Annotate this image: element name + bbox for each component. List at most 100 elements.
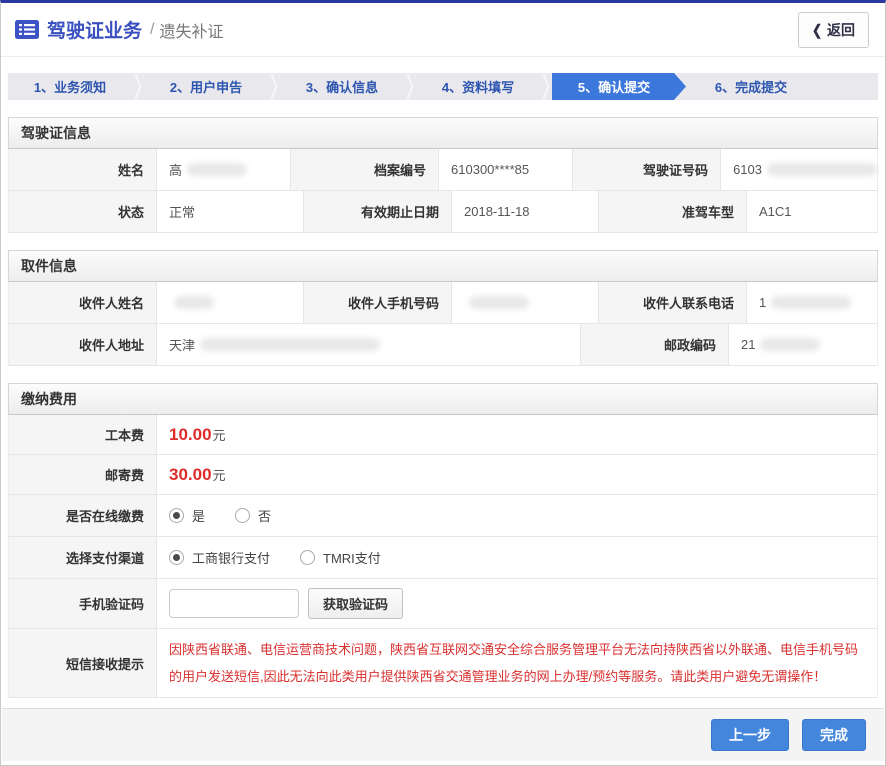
payment-channel-options: 工商银行支付 TMRI支付 (157, 537, 877, 578)
table-row: 状态 正常 有效期止日期 2018-11-18 准驾车型 A1C1 (9, 191, 877, 233)
recipient-phone-label: 收件人联系电话 (599, 282, 747, 323)
cost-fee-unit: 元 (213, 425, 226, 444)
section-title: 驾驶证信息 (8, 117, 878, 149)
vehicle-class-value: A1C1 (747, 191, 877, 232)
radio-unselected-icon[interactable] (300, 550, 315, 565)
expiry-date-value: 2018-11-18 (452, 191, 599, 232)
postal-code-label: 邮政编码 (581, 324, 729, 365)
recipient-name-label: 收件人姓名 (9, 282, 157, 323)
cost-fee-amount: 10.00 (169, 425, 212, 445)
table-row: 是否在线缴费 是 否 (9, 495, 877, 537)
step-chevron-separator (132, 73, 144, 100)
recipient-mobile-value (452, 282, 599, 323)
back-button[interactable]: ❮ 返回 (798, 12, 869, 48)
redacted-value (187, 163, 247, 176)
table-row: 手机验证码 获取验证码 (9, 579, 877, 629)
redacted-value (771, 296, 851, 309)
name-label: 姓名 (9, 149, 157, 190)
file-number-label: 档案编号 (291, 149, 439, 190)
status-value: 正常 (157, 191, 304, 232)
license-number-value: 6103 (721, 149, 877, 190)
vehicle-class-label: 准驾车型 (599, 191, 747, 232)
table-row: 邮寄费 30.00 元 (9, 455, 877, 495)
radio-option-icbc-pay[interactable]: 工商银行支付 (169, 548, 270, 567)
postage-fee-unit: 元 (213, 465, 226, 484)
step-1-business-notice: 1、业务须知 (8, 73, 132, 100)
breadcrumb-current: 遗失补证 (159, 18, 223, 42)
sms-notice-label: 短信接收提示 (9, 629, 157, 697)
page-title: 驾驶证业务 (47, 16, 142, 43)
section-title: 缴纳费用 (8, 383, 878, 415)
radio-option-yes[interactable]: 是 (169, 506, 205, 525)
radio-option-label: 是 (192, 506, 205, 525)
table-row: 收件人地址 天津 邮政编码 21 (9, 324, 877, 366)
radio-option-label: 工商银行支付 (192, 548, 270, 567)
license-info-section: 驾驶证信息 姓名 高 档案编号 610300****85 驾驶证号码 6103 … (8, 117, 878, 233)
online-pay-options: 是 否 (157, 495, 877, 536)
recipient-name-value (157, 282, 304, 323)
redacted-value (760, 338, 820, 351)
finish-button[interactable]: 完成 (802, 719, 866, 751)
pickup-info-section: 取件信息 收件人姓名 收件人手机号码 收件人联系电话 1 收件人地址 天津 (8, 250, 878, 366)
recipient-phone-value: 1 (747, 282, 877, 323)
sms-code-field: 获取验证码 (157, 579, 877, 628)
radio-option-tmri-pay[interactable]: TMRI支付 (300, 548, 381, 567)
stepbar-filler (813, 73, 878, 100)
step-5-confirm-submit-active: 5、确认提交 (552, 73, 686, 100)
redacted-value (174, 296, 214, 309)
expiry-date-label: 有效期止日期 (304, 191, 452, 232)
table-row: 短信接收提示 因陕西省联通、电信运营商技术问题，陕西省互联网交通安全综合服务管理… (9, 629, 877, 698)
sms-notice-cell: 因陕西省联通、电信运营商技术问题，陕西省互联网交通安全综合服务管理平台无法向持陕… (157, 629, 877, 697)
redacted-value (767, 163, 877, 176)
license-info-table: 姓名 高 档案编号 610300****85 驾驶证号码 6103 状态 正常 … (8, 149, 878, 233)
step-chevron-separator (404, 73, 416, 100)
footer-actions: 上一步 完成 (2, 708, 884, 761)
header: 驾驶证业务 / 遗失补证 ❮ 返回 (1, 3, 885, 57)
cost-fee-label: 工本费 (9, 415, 157, 454)
radio-selected-icon[interactable] (169, 550, 184, 565)
postage-fee-value: 30.00 元 (157, 455, 877, 494)
back-button-label: 返回 (827, 20, 855, 40)
recipient-address-value: 天津 (157, 324, 581, 365)
step-2-user-declaration: 2、用户申告 (144, 73, 268, 100)
step-6-complete-submit: 6、完成提交 (689, 73, 813, 100)
postage-fee-label: 邮寄费 (9, 455, 157, 494)
recipient-mobile-label: 收件人手机号码 (304, 282, 452, 323)
get-sms-code-button[interactable]: 获取验证码 (308, 588, 403, 619)
radio-option-no[interactable]: 否 (235, 506, 271, 525)
step-chevron-separator (540, 73, 552, 100)
postal-code-value: 21 (729, 324, 877, 365)
sms-notice-text: 因陕西省联通、电信运营商技术问题，陕西省互联网交通安全综合服务管理平台无法向持陕… (169, 629, 877, 697)
table-row: 选择支付渠道 工商银行支付 TMRI支付 (9, 537, 877, 579)
breadcrumb-separator: / (150, 21, 154, 39)
table-row: 工本费 10.00 元 (9, 415, 877, 455)
step-chevron-separator (268, 73, 280, 100)
postage-fee-amount: 30.00 (169, 465, 212, 485)
redacted-value (200, 338, 380, 351)
radio-option-label: TMRI支付 (323, 548, 381, 567)
sms-code-input[interactable] (169, 589, 299, 618)
status-label: 状态 (9, 191, 157, 232)
table-row: 姓名 高 档案编号 610300****85 驾驶证号码 6103 (9, 149, 877, 191)
step-4-fill-data: 4、资料填写 (416, 73, 540, 100)
radio-selected-icon[interactable] (169, 508, 184, 523)
step-3-confirm-info: 3、确认信息 (280, 73, 404, 100)
section-title: 取件信息 (8, 250, 878, 282)
online-pay-label: 是否在线缴费 (9, 495, 157, 536)
sms-code-label: 手机验证码 (9, 579, 157, 628)
page: 驾驶证业务 / 遗失补证 ❮ 返回 1、业务须知 2、用户申告 3、确认信息 4… (0, 0, 886, 766)
document-list-icon (15, 20, 39, 39)
license-number-label: 驾驶证号码 (573, 149, 721, 190)
chevron-left-icon: ❮ (812, 21, 822, 38)
fees-section: 缴纳费用 工本费 10.00 元 邮寄费 30.00 元 是否在线缴费 (8, 383, 878, 698)
fees-table: 工本费 10.00 元 邮寄费 30.00 元 是否在线缴费 (8, 415, 878, 698)
file-number-value: 610300****85 (439, 149, 573, 190)
redacted-value (469, 296, 529, 309)
radio-option-label: 否 (258, 506, 271, 525)
payment-channel-label: 选择支付渠道 (9, 537, 157, 578)
cost-fee-value: 10.00 元 (157, 415, 877, 454)
recipient-address-label: 收件人地址 (9, 324, 157, 365)
previous-step-button[interactable]: 上一步 (711, 719, 789, 751)
table-row: 收件人姓名 收件人手机号码 收件人联系电话 1 (9, 282, 877, 324)
radio-unselected-icon[interactable] (235, 508, 250, 523)
